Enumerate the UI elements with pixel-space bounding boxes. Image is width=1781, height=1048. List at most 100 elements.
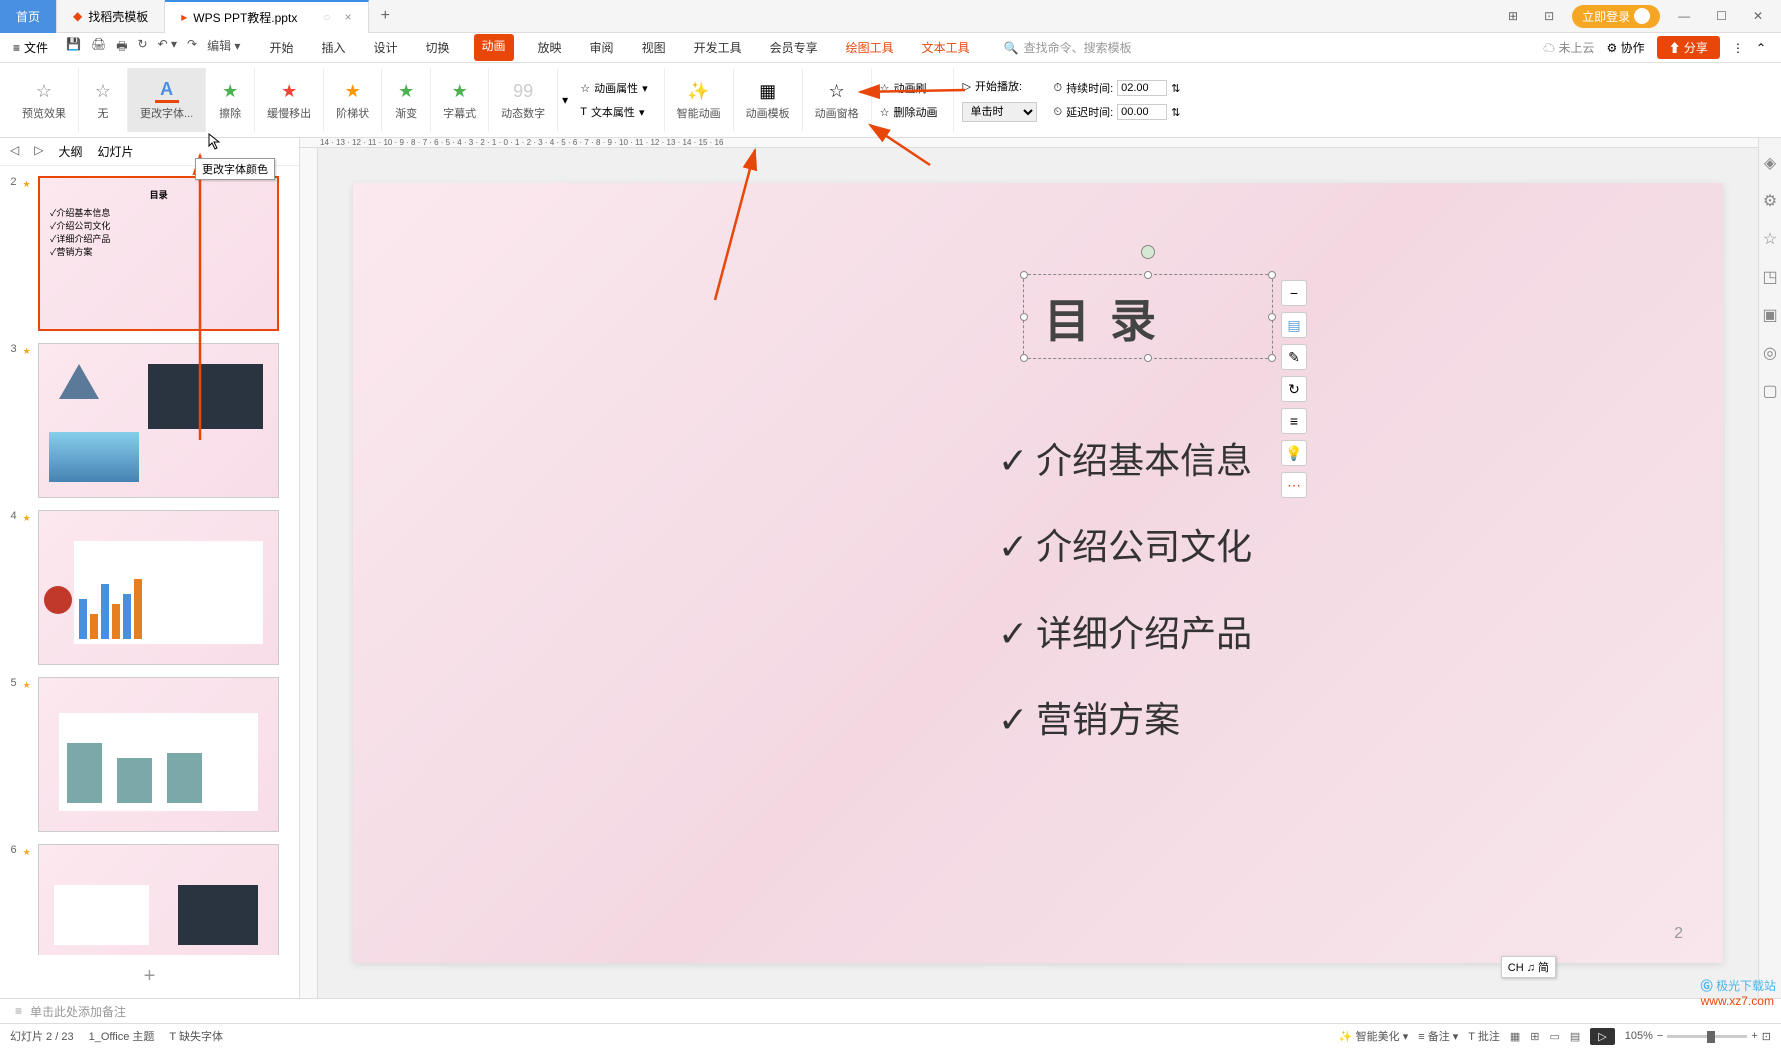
- refresh-float-button[interactable]: ↻: [1281, 376, 1307, 402]
- sidebar-chat-icon[interactable]: ◳: [1762, 267, 1777, 287]
- share-button[interactable]: ⬆ 分享: [1657, 36, 1720, 59]
- search-box[interactable]: 🔍 查找命令、搜索模板: [1004, 39, 1132, 56]
- handle-n[interactable]: [1144, 271, 1152, 279]
- chevron-up-icon[interactable]: ⌃: [1756, 41, 1766, 55]
- sidebar-location-icon[interactable]: ◎: [1763, 343, 1777, 363]
- login-button[interactable]: 立即登录: [1572, 5, 1660, 28]
- ribbon-anim-pane[interactable]: ☆ 动画窗格: [803, 68, 872, 132]
- collab-button[interactable]: ⚙ 协作: [1606, 39, 1644, 56]
- redo-icon[interactable]: ↷: [187, 37, 197, 58]
- file-menu[interactable]: ≡ 文件: [5, 39, 56, 56]
- ribbon-smart-anim[interactable]: ✨ 智能动画: [665, 68, 734, 132]
- thumbnail-6[interactable]: [38, 844, 279, 955]
- more-float-button[interactable]: ⋯: [1281, 472, 1307, 498]
- tab-template[interactable]: ◆ 找稻壳模板: [57, 0, 165, 33]
- slide-canvas[interactable]: 目录 − ▤ ✎ ↻ ≡ 💡 ⋯ ✓介绍基本信息: [353, 183, 1723, 963]
- zoom-slider[interactable]: [1667, 1035, 1747, 1038]
- duration-input[interactable]: [1117, 80, 1167, 96]
- sidebar-star-icon[interactable]: ☆: [1763, 229, 1777, 249]
- tab-home[interactable]: 首页: [0, 0, 57, 33]
- ribbon-dynamic-num[interactable]: 99 动态数字: [489, 68, 558, 132]
- zoom-in-button[interactable]: +: [1751, 1030, 1757, 1042]
- menu-start[interactable]: 开始: [265, 34, 297, 61]
- grid-icon[interactable]: ⊡: [1536, 9, 1562, 23]
- thumbnail-3[interactable]: [38, 343, 279, 498]
- sidebar-image-icon[interactable]: ▣: [1762, 305, 1777, 325]
- menu-animation[interactable]: 动画: [474, 34, 514, 61]
- content-textbox[interactable]: ✓介绍基本信息 ✓介绍公司文化 ✓详细介绍产品 ✓营销方案: [998, 418, 1252, 764]
- refresh-icon[interactable]: ↻: [138, 37, 148, 58]
- menu-drawtools[interactable]: 绘图工具: [842, 34, 898, 61]
- view-grid-icon[interactable]: ▤: [1570, 1030, 1580, 1043]
- menu-texttools[interactable]: 文本工具: [918, 34, 974, 61]
- ribbon-subtitle[interactable]: ★ 字幕式: [431, 68, 489, 132]
- ribbon-preview[interactable]: ☆ 预览效果: [10, 68, 79, 132]
- thumbnail-2[interactable]: 目录 ✓介绍基本信息✓介绍公司文化✓详细介绍产品✓营销方案: [38, 176, 279, 331]
- side-tab-outline[interactable]: 大纲: [58, 143, 82, 160]
- thumbnail-4[interactable]: [38, 510, 279, 665]
- menu-design[interactable]: 设计: [369, 34, 401, 61]
- layers-float-button[interactable]: ▤: [1281, 312, 1307, 338]
- view-reading-icon[interactable]: ▭: [1549, 1030, 1559, 1043]
- handle-nw[interactable]: [1020, 271, 1028, 279]
- delete-anim-button[interactable]: ☆删除动画: [872, 102, 946, 122]
- sidebar-object-icon[interactable]: ◈: [1764, 153, 1776, 173]
- handle-e[interactable]: [1268, 313, 1276, 321]
- start-play-select[interactable]: 单击时: [962, 102, 1037, 122]
- ribbon-none[interactable]: ☆ 无: [79, 68, 128, 132]
- zoom-fit-button[interactable]: ⊡: [1762, 1030, 1771, 1043]
- add-slide-button[interactable]: +: [0, 955, 299, 998]
- handle-ne[interactable]: [1268, 271, 1276, 279]
- notes-icon[interactable]: ≡: [15, 1004, 22, 1018]
- layout-icon[interactable]: ⊞: [1500, 9, 1526, 23]
- duration-spinner[interactable]: ⇅: [1171, 82, 1180, 95]
- minimize-button[interactable]: —: [1670, 9, 1698, 23]
- handle-se[interactable]: [1268, 354, 1276, 362]
- view-sorter-icon[interactable]: ⊞: [1530, 1030, 1539, 1043]
- tab-document[interactable]: ▸ WPS PPT教程.pptx ○ ×: [165, 0, 368, 33]
- handle-s[interactable]: [1144, 354, 1152, 362]
- smart-beautify-button[interactable]: ✨ 智能美化 ▾: [1339, 1028, 1408, 1044]
- cloud-status[interactable]: ☁ 未上云: [1543, 39, 1594, 56]
- list-float-button[interactable]: ≡: [1281, 408, 1307, 434]
- view-normal-icon[interactable]: ▦: [1510, 1030, 1520, 1043]
- nav-left-icon[interactable]: ◁: [10, 143, 19, 160]
- ribbon-anim-template[interactable]: ▦ 动画模板: [734, 68, 803, 132]
- menu-view[interactable]: 视图: [638, 34, 670, 61]
- edit-dropdown[interactable]: 编辑 ▾: [207, 37, 240, 58]
- text-property-dropdown[interactable]: T文本属性 ▾: [572, 102, 655, 122]
- ribbon-erase[interactable]: ★ 擦除: [206, 68, 255, 132]
- zoom-out-button[interactable]: −: [1657, 1030, 1663, 1042]
- nav-right-icon[interactable]: ▷: [34, 143, 43, 160]
- handle-sw[interactable]: [1020, 354, 1028, 362]
- more-icon[interactable]: ⋮: [1732, 41, 1744, 55]
- menu-insert[interactable]: 插入: [317, 34, 349, 61]
- notes-toggle[interactable]: ≡ 备注 ▾: [1418, 1028, 1458, 1044]
- pen-float-button[interactable]: ✎: [1281, 344, 1307, 370]
- sidebar-settings-icon[interactable]: ⚙: [1763, 191, 1777, 211]
- side-tab-slides[interactable]: 幻灯片: [97, 143, 133, 160]
- view-slideshow-icon[interactable]: ▷: [1590, 1028, 1614, 1045]
- ribbon-change-font[interactable]: A 更改字体...: [128, 68, 206, 132]
- title-textbox[interactable]: 目录 − ▤ ✎ ↻ ≡ 💡 ⋯: [1023, 274, 1273, 359]
- menu-review[interactable]: 审阅: [586, 34, 618, 61]
- thumbnail-5[interactable]: [38, 677, 279, 832]
- delay-spinner[interactable]: ⇅: [1171, 106, 1180, 119]
- anim-brush-button[interactable]: ☆动画刷: [872, 78, 946, 98]
- add-tab-button[interactable]: +: [369, 7, 402, 25]
- menu-transition[interactable]: 切换: [422, 34, 454, 61]
- ribbon-fade[interactable]: ★ 渐变: [382, 68, 431, 132]
- maximize-button[interactable]: ☐: [1708, 9, 1735, 23]
- print-preview-icon[interactable]: 🖶: [116, 37, 127, 58]
- sidebar-template-icon[interactable]: ▢: [1762, 381, 1777, 401]
- missing-font-button[interactable]: T 缺失字体: [169, 1028, 223, 1044]
- print-icon[interactable]: 🖨: [91, 37, 106, 58]
- ribbon-step[interactable]: ★ 阶梯状: [324, 68, 382, 132]
- delay-input[interactable]: [1117, 104, 1167, 120]
- menu-vip[interactable]: 会员专享: [766, 34, 822, 61]
- menu-devtools[interactable]: 开发工具: [690, 34, 746, 61]
- ribbon-slowmove[interactable]: ★ 缓慢移出: [255, 68, 324, 132]
- menu-slideshow[interactable]: 放映: [534, 34, 566, 61]
- rotate-handle[interactable]: [1141, 245, 1155, 259]
- anim-property-dropdown[interactable]: ☆动画属性 ▾: [572, 78, 655, 98]
